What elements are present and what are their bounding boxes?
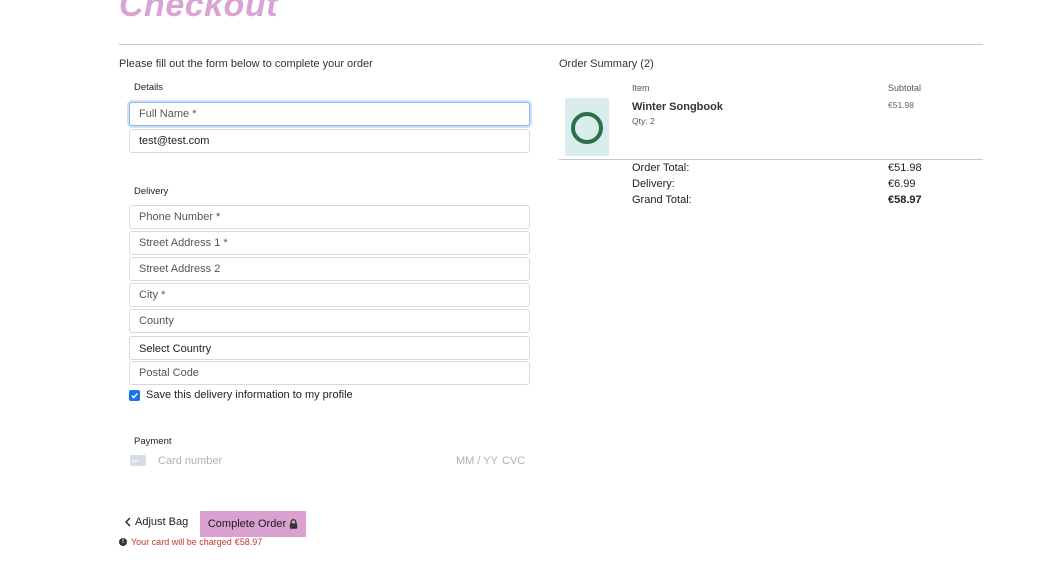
order-summary-title: Order Summary (2) — [559, 58, 654, 70]
complete-order-button[interactable]: Complete Order — [200, 511, 306, 537]
postal-code-field[interactable] — [129, 361, 530, 385]
full-name-input[interactable] — [130, 103, 529, 125]
save-info-checkbox[interactable] — [129, 389, 140, 401]
city-field[interactable] — [129, 283, 530, 307]
country-select[interactable]: Select Country — [129, 336, 530, 360]
column-header-item: Item — [632, 83, 650, 93]
page-title: Checkout — [119, 0, 278, 24]
country-select-value: Select Country — [139, 343, 212, 355]
card-number-input[interactable]: Card number — [158, 455, 222, 467]
item-subtotal: €51.98 — [888, 100, 914, 110]
street-address-2-field[interactable] — [129, 257, 530, 281]
card-element[interactable]: Card number MM / YY CVC — [129, 452, 526, 470]
email-input[interactable] — [130, 130, 529, 152]
lock-icon — [289, 519, 298, 529]
phone-input[interactable] — [130, 206, 529, 228]
charge-notice-text: Your card will be charged — [131, 537, 232, 547]
info-icon: ! — [119, 538, 127, 546]
adjust-bag-label: Adjust Bag — [135, 516, 189, 528]
credit-card-icon — [130, 455, 146, 466]
card-cvc-input[interactable]: CVC — [502, 455, 525, 467]
postal-code-input[interactable] — [130, 362, 529, 384]
delivery-label: Delivery — [134, 186, 169, 197]
header-divider — [119, 44, 983, 45]
chevron-left-icon — [125, 517, 131, 527]
item-quantity: Qty: 2 — [632, 116, 655, 126]
phone-field[interactable] — [129, 205, 530, 229]
complete-order-label: Complete Order — [207, 518, 287, 530]
county-input[interactable] — [130, 310, 529, 332]
county-field[interactable] — [129, 309, 530, 333]
checkmark-icon — [131, 392, 138, 399]
order-total-value: €51.98 — [888, 162, 922, 174]
charge-notice: ! Your card will be charged €58.97 — [119, 537, 262, 547]
grand-total-label: Grand Total: — [632, 194, 692, 206]
delivery-cost-label: Delivery: — [632, 178, 675, 190]
form-intro: Please fill out the form below to comple… — [119, 58, 373, 70]
adjust-bag-button[interactable]: Adjust Bag — [124, 516, 188, 528]
email-field[interactable] — [129, 129, 530, 153]
save-info-row: Save this delivery information to my pro… — [129, 389, 353, 401]
wreath-illustration — [571, 112, 603, 144]
summary-divider — [559, 159, 983, 160]
order-total-label: Order Total: — [632, 162, 690, 174]
save-info-label: Save this delivery information to my pro… — [146, 389, 353, 401]
city-input[interactable] — [130, 284, 529, 306]
column-header-subtotal: Subtotal — [888, 83, 922, 93]
full-name-field[interactable] — [129, 102, 530, 126]
item-name[interactable]: Winter Songbook — [632, 101, 723, 113]
charge-notice-amount: €58.97 — [234, 537, 263, 547]
product-thumbnail[interactable] — [565, 98, 609, 156]
street-address-1-input[interactable] — [130, 232, 529, 254]
grand-total-value: €58.97 — [888, 194, 922, 206]
street-address-2-input[interactable] — [130, 258, 529, 280]
payment-label: Payment — [134, 436, 172, 447]
delivery-cost-value: €6.99 — [888, 178, 916, 190]
details-label: Details — [134, 82, 164, 93]
street-address-1-field[interactable] — [129, 231, 530, 255]
card-expiry-input[interactable]: MM / YY — [456, 455, 498, 467]
